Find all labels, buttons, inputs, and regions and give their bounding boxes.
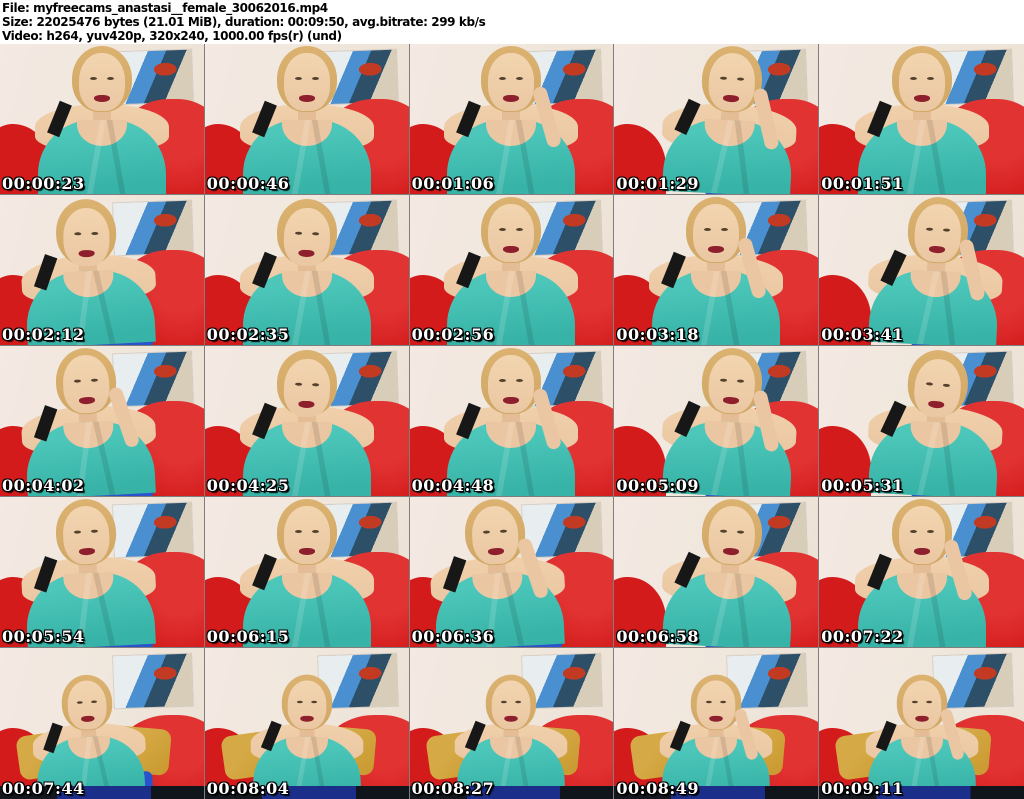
thumbnail-grid: 00:00:23 00:00:46 00:01:06 00:01:29 00:0…	[0, 44, 1024, 799]
figure-face	[912, 202, 962, 264]
figure-face	[707, 504, 757, 566]
timestamp-overlay: 00:01:51	[821, 174, 904, 193]
figure-face	[78, 53, 125, 111]
figure-face	[707, 353, 757, 415]
thumbnail-frame: 00:04:48	[409, 346, 615, 497]
person-figure	[837, 499, 1007, 647]
person-figure	[222, 197, 392, 345]
thumbnail-frame: 00:06:36	[409, 497, 615, 648]
person-figure	[641, 44, 818, 194]
thumbnail-frame: 00:08:04	[204, 648, 410, 799]
person-figure	[641, 346, 818, 496]
person-figure	[426, 46, 596, 194]
person-figure	[0, 497, 177, 647]
timestamp-overlay: 00:02:56	[411, 325, 495, 344]
person-figure	[0, 346, 177, 496]
figure-face	[282, 207, 331, 267]
timestamp-overlay: 00:05:09	[616, 476, 699, 495]
thumbnail-frame: 00:05:54	[0, 497, 205, 648]
person-figure	[837, 46, 1007, 194]
timestamp-overlay: 00:07:44	[2, 779, 85, 798]
figure-face	[488, 204, 535, 262]
person-figure	[222, 46, 392, 194]
timestamp-overlay: 00:03:18	[616, 325, 699, 344]
timestamp-overlay: 00:07:22	[821, 627, 904, 646]
person-figure	[17, 46, 187, 194]
thumbnail-frame: 00:03:41	[819, 195, 1024, 346]
thumbnail-frame: 00:07:44	[0, 648, 205, 799]
size-duration-line: Size: 22025476 bytes (21.01 MiB), durati…	[2, 15, 486, 29]
person-figure	[0, 195, 177, 345]
timestamp-overlay: 00:05:31	[821, 476, 904, 495]
figure-face	[696, 680, 736, 730]
thumbnail-frame: 00:02:35	[204, 195, 410, 346]
timestamp-overlay: 00:06:58	[616, 627, 699, 646]
person-figure	[426, 197, 596, 345]
thumbnail-frame: 00:01:06	[409, 44, 615, 195]
thumbnail-frame: 00:04:02	[0, 346, 205, 497]
figure-face	[492, 680, 531, 730]
figure-face	[283, 506, 330, 564]
person-figure	[222, 499, 392, 647]
figure-face	[62, 207, 110, 267]
figure-face	[693, 204, 740, 262]
person-figure	[847, 346, 1024, 496]
person-figure	[222, 348, 392, 496]
thumbnail-frame: 00:03:18	[614, 195, 820, 346]
thumbnail-frame: 00:04:25	[204, 346, 410, 497]
timestamp-overlay: 00:04:48	[411, 476, 495, 495]
thumbnail-frame: 00:05:31	[819, 346, 1024, 497]
timestamp-overlay: 00:02:12	[2, 325, 85, 344]
timestamp-overlay: 00:06:15	[206, 627, 290, 646]
timestamp-overlay: 00:04:25	[206, 476, 290, 495]
video-codec-line: Video: h264, yuv420p, 320x240, 1000.00 f…	[2, 29, 342, 43]
person-figure	[641, 497, 818, 647]
file-name-line: File: myfreecams_anastasi__female_300620…	[2, 1, 328, 15]
person-figure	[410, 497, 587, 647]
timestamp-overlay: 00:01:06	[411, 174, 495, 193]
person-figure	[426, 348, 596, 496]
thumbnail-frame: 00:08:49	[614, 648, 820, 799]
thumbnail-frame: 00:06:58	[614, 497, 820, 648]
thumbnail-frame: 00:01:29	[614, 44, 820, 195]
file-info-header: File: myfreecams_anastasi__female_300620…	[0, 0, 1024, 44]
thumbnail-frame: 00:09:11	[819, 648, 1024, 799]
thumbnail-frame: 00:08:27	[409, 648, 615, 799]
timestamp-overlay: 00:06:36	[411, 627, 495, 646]
timestamp-overlay: 00:05:54	[2, 627, 85, 646]
figure-face	[898, 53, 945, 111]
timestamp-overlay: 00:04:02	[2, 476, 85, 495]
timestamp-overlay: 00:03:41	[821, 325, 904, 344]
timestamp-overlay: 00:08:49	[616, 779, 699, 798]
figure-face	[488, 53, 535, 111]
thumbnail-frame: 00:02:56	[409, 195, 615, 346]
figure-face	[287, 680, 327, 730]
thumbnail-frame: 00:06:15	[204, 497, 410, 648]
timestamp-overlay: 00:08:27	[411, 779, 495, 798]
person-figure	[631, 197, 801, 345]
figure-face	[488, 355, 535, 413]
timestamp-overlay: 00:09:11	[821, 779, 904, 798]
timestamp-overlay: 00:00:23	[2, 174, 85, 193]
timestamp-overlay: 00:08:04	[206, 779, 290, 798]
person-figure	[847, 195, 1024, 345]
figure-face	[707, 51, 757, 113]
figure-face	[283, 53, 330, 111]
timestamp-overlay: 00:01:29	[616, 174, 699, 193]
thumbnail-frame: 00:01:51	[819, 44, 1024, 195]
thumbnail-frame: 00:05:09	[614, 346, 820, 497]
thumbnail-frame: 00:00:46	[204, 44, 410, 195]
thumbnail-frame: 00:00:23	[0, 44, 205, 195]
thumbnail-frame: 00:02:12	[0, 195, 205, 346]
figure-face	[282, 358, 331, 418]
timestamp-overlay: 00:00:46	[206, 174, 290, 193]
figure-face	[902, 680, 941, 730]
timestamp-overlay: 00:02:35	[206, 325, 290, 344]
figure-face	[898, 506, 945, 564]
thumbnail-frame: 00:07:22	[819, 497, 1024, 648]
